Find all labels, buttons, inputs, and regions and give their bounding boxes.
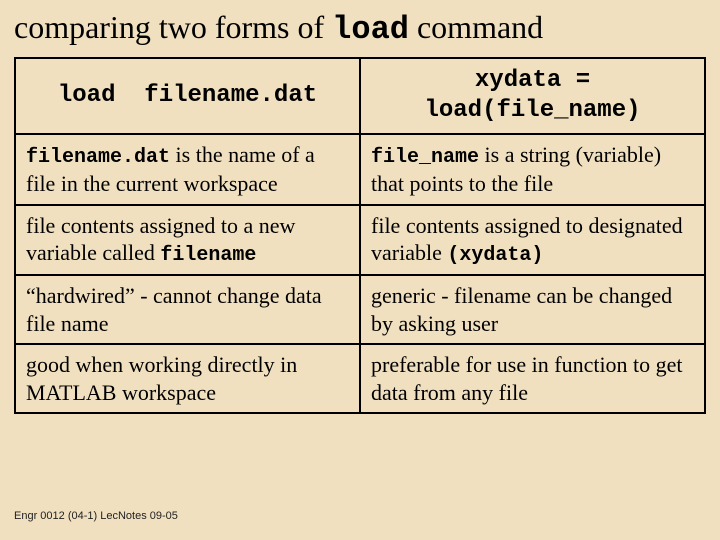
table-row: “hardwired” - cannot change data file na… xyxy=(15,275,705,344)
cell-right-1: file contents assigned to designated var… xyxy=(360,205,705,276)
table-row: file contents assigned to a new variable… xyxy=(15,205,705,276)
cell-left-2: “hardwired” - cannot change data file na… xyxy=(15,275,360,344)
hdr-left-filename: filename.dat xyxy=(144,82,317,109)
cell-right-0: file_name is a string (variable) that po… xyxy=(360,134,705,205)
hdr-right-line2: load(file_name) xyxy=(424,97,640,124)
table-row: filename.dat is the name of a file in th… xyxy=(15,134,705,205)
cell-right-0-code: file_name xyxy=(371,146,479,169)
table-row: good when working directly in MATLAB wor… xyxy=(15,344,705,413)
header-left: load filename.dat xyxy=(15,58,360,134)
cell-right-1-code: (xydata) xyxy=(447,244,543,267)
page-title: comparing two forms of load command xyxy=(14,10,706,47)
cell-left-3: good when working directly in MATLAB wor… xyxy=(15,344,360,413)
title-pre: comparing two forms of xyxy=(14,9,332,45)
cell-left-1-code: filename xyxy=(160,244,256,267)
slide: comparing two forms of load command load… xyxy=(0,0,720,540)
table-header-row: load filename.dat xydata = load(file_nam… xyxy=(15,58,705,134)
title-post: command xyxy=(409,9,543,45)
cell-right-2: generic - filename can be changed by ask… xyxy=(360,275,705,344)
hdr-left-load: load xyxy=(58,82,116,109)
cell-right-3: preferable for use in function to get da… xyxy=(360,344,705,413)
hdr-left-gap xyxy=(115,82,144,109)
comparison-table: load filename.dat xydata = load(file_nam… xyxy=(14,57,706,414)
header-right: xydata = load(file_name) xyxy=(360,58,705,134)
cell-left-0: filename.dat is the name of a file in th… xyxy=(15,134,360,205)
cell-left-0-code: filename.dat xyxy=(26,146,170,169)
cell-left-1: file contents assigned to a new variable… xyxy=(15,205,360,276)
hdr-right-line1: xydata = xyxy=(475,67,590,94)
title-code: load xyxy=(332,11,409,48)
footer-text: Engr 0012 (04-1) LecNotes 09-05 xyxy=(14,510,178,522)
